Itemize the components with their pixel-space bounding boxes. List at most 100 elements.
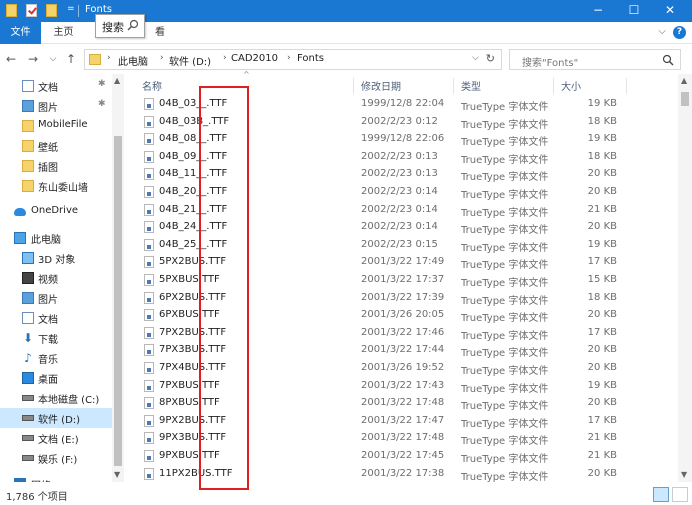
sidebar-item-network[interactable]: 网络	[0, 474, 112, 482]
sidebar-item-label: 图片	[38, 295, 58, 306]
sidebar-item-label: 图片	[38, 103, 58, 114]
video-icon	[22, 272, 34, 284]
sidebar-item-onedrive[interactable]: OneDrive	[0, 202, 112, 222]
pictures-icon	[22, 100, 34, 112]
download-icon: ⬇	[22, 331, 34, 345]
chevron-down-icon[interactable]: ⌵	[472, 53, 479, 63]
sidebar-item-label: 文档	[38, 83, 58, 94]
file-date: 2002/2/23 0:14	[361, 203, 438, 215]
minimize-button[interactable]: −	[581, 0, 615, 22]
file-size: 20 KB	[587, 221, 617, 233]
scrollbar-thumb[interactable]	[114, 136, 122, 466]
sidebar-item-3d-objects[interactable]: 3D 对象	[0, 248, 112, 268]
tab-view[interactable]: 看	[145, 22, 175, 44]
file-size: 19 KB	[587, 133, 617, 145]
sidebar-item-folder-dongshan[interactable]: 东山委山墙	[0, 176, 112, 196]
sidebar-item-documents[interactable]: 文档 ✱	[0, 76, 112, 96]
sidebar-item-label: 插图	[38, 163, 58, 174]
pin-icon[interactable]: ✱	[98, 79, 106, 89]
sidebar-item-videos[interactable]: 视频	[0, 268, 112, 288]
column-divider[interactable]	[553, 78, 554, 94]
sidebar-item-pictures[interactable]: 图片 ✱	[0, 96, 112, 116]
sidebar-item-wallpaper[interactable]: 壁纸	[0, 136, 112, 156]
sidebar-item-drive-e[interactable]: 文档 (E:)	[0, 428, 112, 448]
font-file-icon	[144, 344, 154, 357]
file-size: 17 KB	[587, 414, 617, 426]
breadcrumb-this-pc[interactable]: 此电脑	[118, 53, 148, 68]
sidebar-item-desktop[interactable]: 桌面	[0, 368, 112, 388]
up-button[interactable]: ↑	[64, 51, 78, 67]
column-divider[interactable]	[353, 78, 354, 94]
column-divider[interactable]	[626, 78, 627, 94]
column-header-type[interactable]: 类型	[461, 78, 481, 93]
scroll-down-icon[interactable]: ▼	[681, 470, 687, 479]
tab-home[interactable]: 主页	[41, 22, 86, 44]
column-header-name[interactable]: 名称	[142, 78, 162, 93]
search-icon[interactable]	[662, 54, 674, 66]
search-tooltip: 搜索	[95, 14, 145, 38]
font-file-icon	[144, 467, 154, 480]
file-type: TrueType 字体文件	[461, 225, 549, 237]
sidebar-item-illustrations[interactable]: 插图	[0, 156, 112, 176]
font-file-icon	[144, 362, 154, 374]
sidebar-item-drive-d[interactable]: 软件 (D:)	[0, 408, 112, 428]
sidebar-item-drive-c[interactable]: 本地磁盘 (C:)	[0, 388, 112, 408]
help-icon[interactable]: ?	[673, 26, 686, 39]
search-input[interactable]: 搜索"Fonts"	[509, 49, 681, 70]
file-type: TrueType 字体文件	[461, 242, 549, 254]
file-size: 19 KB	[587, 379, 617, 391]
scroll-up-icon[interactable]: ▲	[114, 76, 120, 85]
scroll-down-icon[interactable]: ▼	[114, 470, 120, 479]
sidebar-item-music[interactable]: ♪ 音乐	[0, 348, 112, 368]
column-divider[interactable]	[453, 78, 454, 94]
address-bar[interactable]: › 此电脑 › 软件 (D:) › CAD2010 › Fonts ⌵ ↻	[84, 49, 502, 70]
sidebar-item-this-pc[interactable]: 此电脑	[0, 228, 112, 248]
maximize-button[interactable]: ☐	[617, 0, 651, 22]
close-button[interactable]: ✕	[653, 0, 687, 22]
sidebar-item-pictures-pc[interactable]: 图片	[0, 288, 112, 308]
scroll-up-icon[interactable]: ▲	[681, 76, 687, 85]
sidebar-item-label: 桌面	[38, 375, 58, 386]
drive-icon	[22, 395, 34, 401]
folder-icon	[6, 4, 17, 17]
file-type: TrueType 字体文件	[461, 137, 549, 149]
toolbar-divider	[78, 5, 79, 17]
refresh-icon[interactable]: ↻	[486, 52, 495, 65]
font-file-icon	[144, 432, 154, 445]
sidebar-item-mobilefile[interactable]: MobileFile	[0, 116, 112, 136]
font-file-icon	[144, 98, 154, 110]
sidebar-item-documents-pc[interactable]: 文档	[0, 308, 112, 328]
file-date: 2001/3/22 17:43	[361, 379, 445, 391]
sidebar-item-downloads[interactable]: ⬇ 下载	[0, 328, 112, 348]
recent-locations-button[interactable]: ⌵	[46, 51, 60, 67]
new-folder-icon[interactable]	[46, 4, 57, 17]
pin-icon[interactable]: ✱	[98, 99, 106, 109]
back-button[interactable]: ←	[4, 51, 18, 67]
breadcrumb-cad2010[interactable]: CAD2010	[231, 53, 278, 64]
properties-icon[interactable]	[26, 4, 37, 17]
breadcrumb-fonts[interactable]: Fonts	[297, 53, 324, 64]
details-view-button[interactable]	[653, 487, 669, 502]
tooltip-label: 搜索	[102, 21, 124, 34]
large-icons-view-button[interactable]	[672, 487, 688, 502]
file-size: 18 KB	[587, 115, 617, 127]
breadcrumb-drive-d[interactable]: 软件 (D:)	[169, 53, 211, 68]
customize-toolbar-icon[interactable]: =	[67, 4, 75, 14]
file-date: 2001/3/22 17:44	[361, 344, 445, 356]
chevron-right-icon: ›	[223, 53, 227, 63]
column-header-date[interactable]: 修改日期	[361, 78, 401, 93]
file-date: 2001/3/22 17:39	[361, 291, 445, 303]
column-header-size[interactable]: 大小	[561, 78, 581, 93]
item-count: 1,786 个项目	[6, 492, 68, 503]
forward-button[interactable]: →	[26, 51, 40, 67]
sidebar-item-drive-f[interactable]: 娱乐 (F:)	[0, 448, 112, 468]
folder-icon	[22, 120, 34, 132]
sort-ascending-icon: ^	[243, 70, 250, 79]
sidebar-scrollbar[interactable]: ▲ ▼	[112, 74, 124, 482]
scrollbar-thumb[interactable]	[681, 92, 689, 106]
expand-ribbon-icon[interactable]: ⌵	[658, 26, 666, 37]
tab-file[interactable]: 文件	[0, 22, 41, 44]
chevron-right-icon: ›	[160, 53, 164, 63]
file-size: 20 KB	[587, 362, 617, 373]
file-list-scrollbar[interactable]: ▲ ▼	[678, 74, 692, 482]
